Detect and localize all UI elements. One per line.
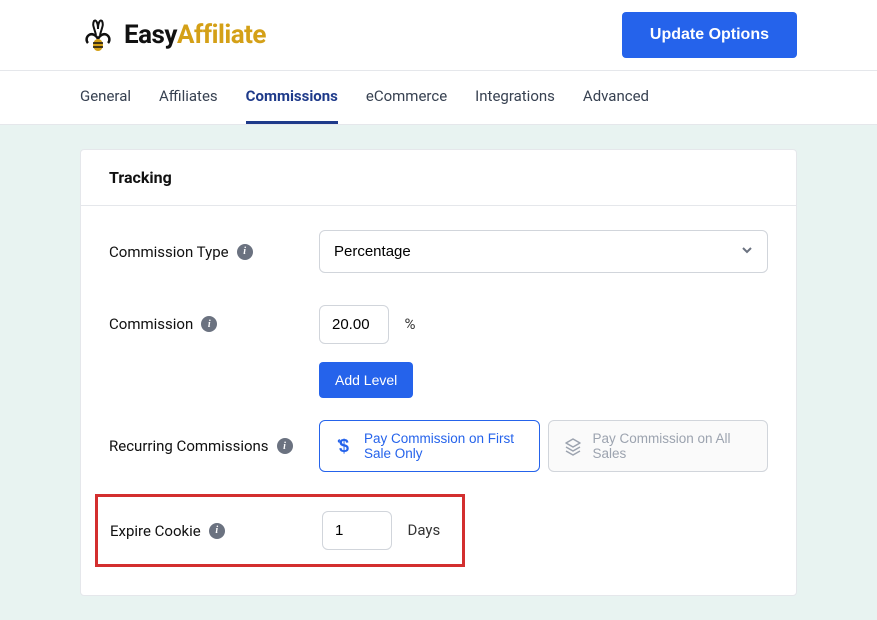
commission-label: Commission (109, 315, 193, 333)
commission-type-select-wrap: Percentage (319, 230, 768, 273)
card-body: Commission Type i Percentage Commission … (81, 206, 796, 595)
card-title: Tracking (81, 150, 796, 206)
tracking-card: Tracking Commission Type i Percentage (80, 149, 797, 596)
commission-control: % Add Level (319, 305, 768, 398)
commission-type-select[interactable]: Percentage (319, 230, 768, 273)
expire-cookie-highlight: Expire Cookie i Days (95, 494, 465, 567)
commission-label-wrap: Commission i (109, 305, 319, 333)
info-icon[interactable]: i (277, 438, 293, 454)
tab-ecommerce[interactable]: eCommerce (366, 71, 447, 124)
content: Tracking Commission Type i Percentage (0, 125, 877, 620)
logo: EasyAffiliate (80, 13, 266, 57)
dollar-icon: $ (334, 436, 354, 456)
recurring-first-sale-label: Pay Commission on First Sale Only (364, 431, 525, 461)
expire-cookie-unit: Days (407, 521, 440, 539)
logo-text-affiliate: Affiliate (177, 20, 266, 50)
tab-general[interactable]: General (80, 71, 131, 124)
recurring-first-sale-button[interactable]: $ Pay Commission on First Sale Only (319, 420, 540, 472)
add-level-button[interactable]: Add Level (319, 362, 413, 398)
commission-type-label: Commission Type (109, 243, 229, 261)
commission-value-input[interactable] (319, 305, 389, 344)
recurring-label: Recurring Commissions (109, 437, 269, 455)
commission-type-label-wrap: Commission Type i (109, 243, 319, 261)
logo-text-easy: Easy (124, 20, 177, 50)
row-commission-type: Commission Type i Percentage (109, 230, 768, 273)
recurring-all-sales-label: Pay Commission on All Sales (593, 431, 754, 461)
info-icon[interactable]: i (201, 316, 217, 332)
row-recurring: Recurring Commissions i $ Pay Commission… (109, 420, 768, 472)
header: EasyAffiliate Update Options (0, 0, 877, 71)
update-options-button[interactable]: Update Options (622, 12, 797, 58)
tabs: General Affiliates Commissions eCommerce… (0, 71, 877, 125)
tab-advanced[interactable]: Advanced (583, 71, 649, 124)
row-commission: Commission i % Add Level (109, 305, 768, 398)
recurring-label-wrap: Recurring Commissions i (109, 437, 319, 455)
expire-cookie-control: Days (322, 511, 440, 550)
expire-cookie-label: Expire Cookie (110, 522, 201, 540)
recurring-all-sales-button[interactable]: Pay Commission on All Sales (548, 420, 769, 472)
commission-unit: % (404, 315, 415, 333)
tab-affiliates[interactable]: Affiliates (159, 71, 218, 124)
logo-text: EasyAffiliate (124, 20, 266, 50)
recurring-toggle-group: $ Pay Commission on First Sale Only Pay … (319, 420, 768, 472)
tab-integrations[interactable]: Integrations (475, 71, 555, 124)
tab-commissions[interactable]: Commissions (246, 71, 338, 124)
layers-icon (563, 436, 583, 456)
expire-cookie-label-wrap: Expire Cookie i (110, 522, 322, 540)
info-icon[interactable]: i (237, 244, 253, 260)
bee-icon (80, 13, 124, 57)
expire-cookie-input[interactable] (322, 511, 392, 550)
svg-text:$: $ (339, 436, 349, 456)
info-icon[interactable]: i (209, 523, 225, 539)
